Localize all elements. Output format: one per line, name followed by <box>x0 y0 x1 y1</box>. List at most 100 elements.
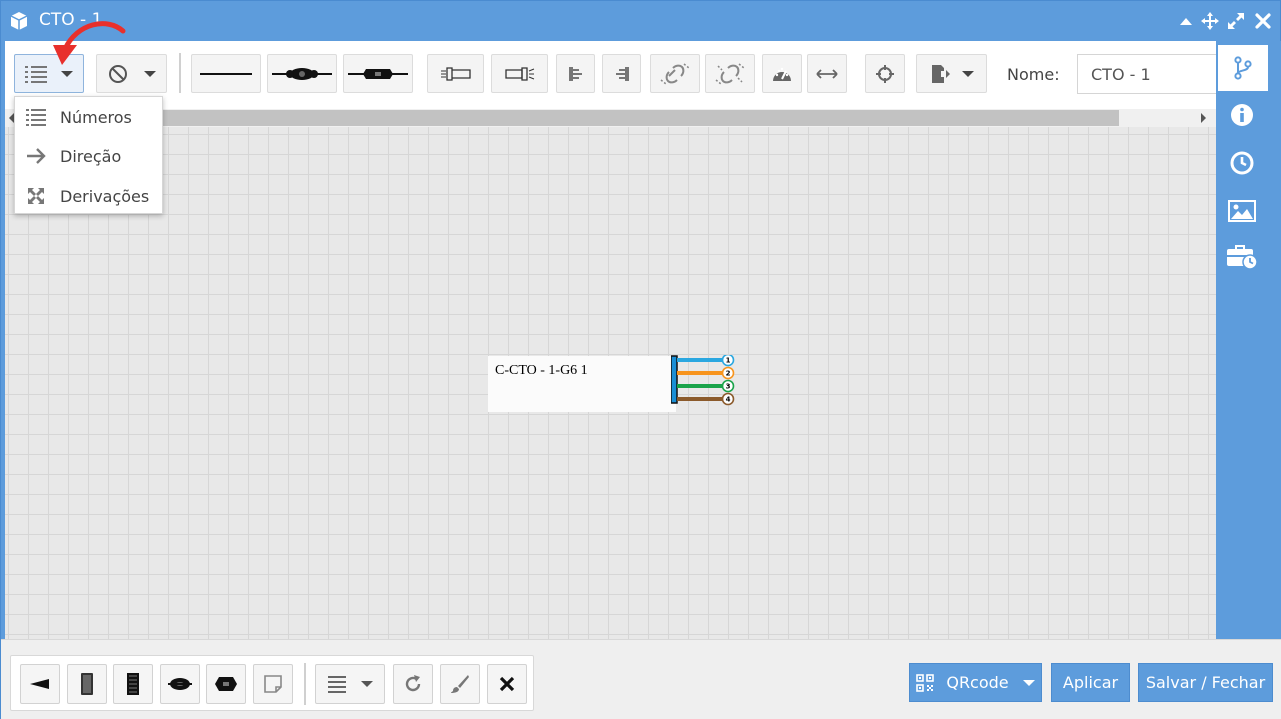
name-input[interactable] <box>1077 54 1216 94</box>
qrcode-icon <box>916 673 935 692</box>
unlink-fibers-button[interactable] <box>705 54 755 93</box>
link-fibers-button[interactable] <box>650 54 700 93</box>
fiber-line[interactable] <box>677 371 722 375</box>
x-icon <box>499 676 515 692</box>
footer-separator <box>304 663 306 705</box>
sidebar-item-history[interactable] <box>1216 141 1268 185</box>
cable-end-icon <box>30 679 49 689</box>
sidebar-item-maintenance[interactable] <box>1216 235 1268 279</box>
caret-down-icon <box>1022 679 1035 686</box>
clock-icon <box>1230 151 1254 175</box>
connector-icon <box>215 677 237 691</box>
menu-item-label: Direção <box>60 147 122 166</box>
apply-label: Aplicar <box>1062 673 1119 692</box>
plug-in-icon <box>440 66 471 81</box>
image-icon <box>1228 200 1256 222</box>
align-dropdown-button[interactable] <box>315 664 385 704</box>
splitter-icon <box>127 673 139 695</box>
menu-item-numeros[interactable]: Números <box>15 98 162 136</box>
gauge-icon <box>773 67 791 81</box>
name-label: Nome: <box>1007 65 1060 84</box>
splice-tool-button[interactable] <box>267 54 337 93</box>
fiber-line[interactable] <box>677 358 722 362</box>
toolbox-clock-icon <box>1227 245 1258 270</box>
diagram-canvas[interactable]: C-CTO - 1-G6 1 1 2 3 4 <box>5 127 1216 639</box>
move-icon[interactable] <box>1200 11 1220 31</box>
arrow-right-icon <box>27 148 46 164</box>
footer-tool-group <box>10 655 534 711</box>
note-button[interactable] <box>253 664 293 704</box>
menu-item-label: Números <box>60 108 132 127</box>
refresh-icon <box>405 675 421 692</box>
plug-out-icon <box>504 66 534 81</box>
qrcode-dropdown-button[interactable]: QRcode <box>909 663 1042 702</box>
connector-tool-button[interactable] <box>343 54 413 93</box>
center-view-button[interactable] <box>865 54 905 93</box>
unlink-icon <box>715 62 745 85</box>
paintbrush-icon <box>451 675 469 693</box>
export-dropdown-button[interactable] <box>916 54 987 93</box>
footer-bar: QRcode Aplicar Salvar / Fechar <box>1 639 1281 719</box>
connector-button[interactable] <box>206 664 246 704</box>
sidebar-item-info[interactable] <box>1216 93 1268 137</box>
connector-out-button[interactable] <box>491 54 548 93</box>
split-right-button[interactable] <box>602 54 641 93</box>
fiber-line[interactable] <box>677 397 722 401</box>
cable-end-button[interactable] <box>20 664 60 704</box>
delete-button[interactable] <box>487 664 527 704</box>
fiber-group[interactable]: 1 2 3 4 <box>671 355 735 407</box>
cable-block[interactable]: C-CTO - 1-G6 1 <box>488 356 676 412</box>
menu-item-direcao[interactable]: Direção <box>15 137 162 175</box>
title-bar[interactable]: CTO - 1 <box>1 1 1281 41</box>
link-icon <box>660 62 690 85</box>
refresh-button[interactable] <box>393 664 433 704</box>
splitter-button[interactable] <box>113 664 153 704</box>
sidebar-item-diagram[interactable] <box>1218 45 1268 91</box>
expand-arrows-icon <box>28 188 44 204</box>
sticky-note-icon <box>264 675 282 693</box>
split-right-icon <box>615 66 629 81</box>
fiber-number: 2 <box>726 370 731 378</box>
distance-button[interactable] <box>807 54 847 93</box>
menu-item-derivacoes[interactable]: Derivações <box>15 177 162 215</box>
line-icon <box>200 72 252 75</box>
fusion-splice-icon <box>272 67 332 80</box>
splice-icon <box>168 678 192 690</box>
paint-button[interactable] <box>440 664 480 704</box>
toolbar: Nome: <box>5 41 1216 109</box>
fiber-number: 3 <box>726 383 731 391</box>
caret-down-icon <box>361 681 373 687</box>
toolbar-separator <box>179 53 181 93</box>
caret-down-icon <box>143 70 156 77</box>
box-icon <box>10 12 28 30</box>
scrollbar-thumb[interactable] <box>155 110 1119 126</box>
collapse-icon[interactable] <box>1176 11 1196 31</box>
cable-label: C-CTO - 1-G6 1 <box>495 363 588 378</box>
connector-in-button[interactable] <box>427 54 484 93</box>
line-tool-button[interactable] <box>191 54 261 93</box>
horizontal-arrows-icon <box>816 68 838 79</box>
crosshair-icon <box>876 64 894 83</box>
power-meter-button[interactable] <box>762 54 802 93</box>
cto-window: CTO - 1 Nome: CTO - 1 C-CTO - 1-G6 1 1 2… <box>0 0 1281 719</box>
connector-icon <box>348 68 408 79</box>
align-justify-icon <box>328 676 346 693</box>
split-left-icon <box>568 66 582 81</box>
export-icon <box>931 64 950 83</box>
scroll-right-icon[interactable] <box>1201 113 1206 123</box>
numbering-dropdown-menu: Números Direção Derivações <box>14 96 163 214</box>
tray-button[interactable] <box>67 664 107 704</box>
save-close-button[interactable]: Salvar / Fechar <box>1138 663 1273 702</box>
close-icon[interactable] <box>1253 11 1273 31</box>
horizontal-scrollbar[interactable] <box>5 109 1216 127</box>
fiber-line[interactable] <box>677 384 722 388</box>
sidebar-item-images[interactable] <box>1216 189 1268 233</box>
editor-area: Nome: C-CTO - 1-G6 1 1 2 3 4 <box>5 41 1216 639</box>
apply-button[interactable]: Aplicar <box>1051 663 1130 702</box>
maximize-icon[interactable] <box>1226 11 1246 31</box>
split-left-button[interactable] <box>556 54 595 93</box>
fiber-number: 1 <box>726 357 731 365</box>
info-icon <box>1231 104 1253 126</box>
splice-button[interactable] <box>160 664 200 704</box>
caret-down-icon <box>61 70 73 77</box>
